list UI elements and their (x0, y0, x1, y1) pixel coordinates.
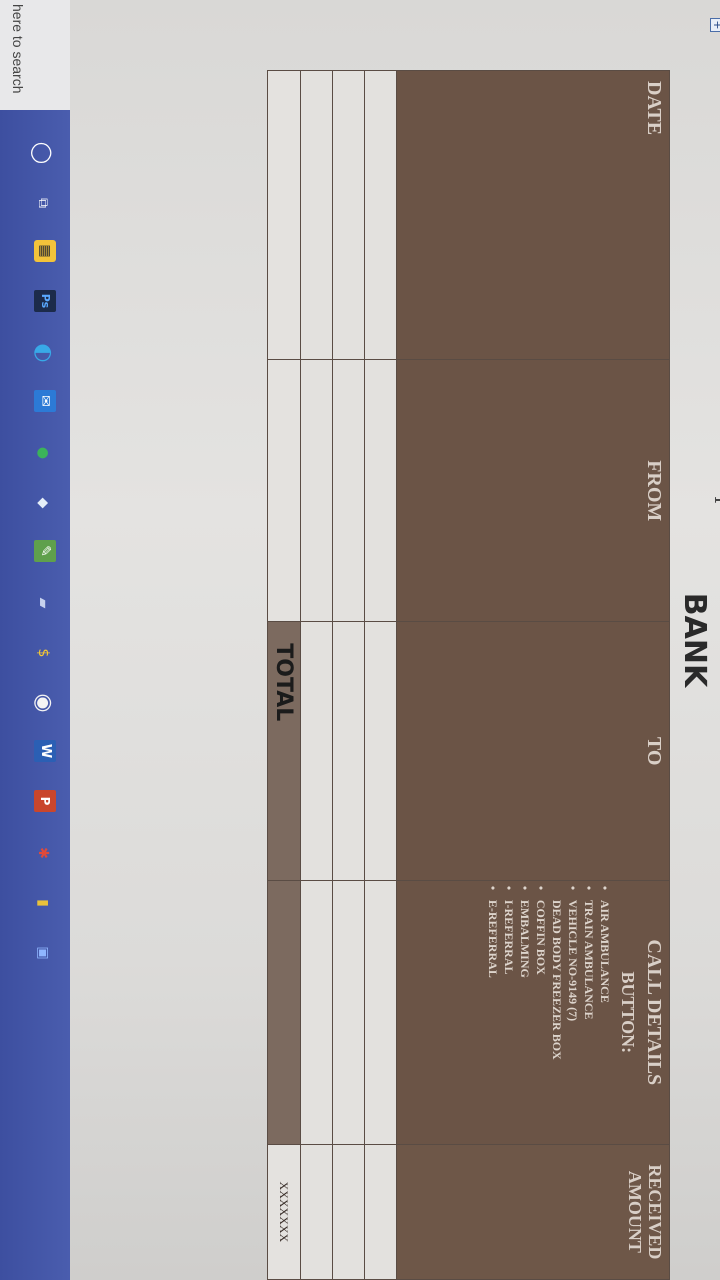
table-cell[interactable] (364, 621, 397, 881)
powerpoint-icon[interactable]: P (34, 790, 56, 812)
call-details-item: EMBALMING (517, 900, 533, 1143)
total-row: TOTAL XXXXXXX (267, 70, 301, 1280)
table-cell[interactable] (364, 880, 397, 1145)
taskbar: here to search ◯ ⧉ ▦ Ps ◐ ✉ ● ◆ ✎ ▰ $ ◉ … (0, 0, 70, 1280)
table-cell[interactable] (300, 359, 333, 622)
total-amount[interactable]: XXXXXXX (267, 1144, 301, 1280)
page-title: BANK (677, 592, 712, 688)
column-header-received-amount: RECEIVED AMOUNT (396, 1144, 670, 1280)
table-cell[interactable] (332, 880, 365, 1145)
app-icon[interactable]: $ (30, 640, 56, 666)
search-placeholder[interactable]: here to search (10, 4, 26, 94)
app-icon[interactable]: ▮ (30, 890, 56, 916)
table-cell[interactable] (332, 621, 365, 881)
total-label: TOTAL (267, 643, 301, 1145)
table-cell[interactable] (300, 70, 333, 360)
total-empty-cell[interactable] (267, 359, 301, 622)
start-icon[interactable]: ◯ (30, 140, 56, 166)
call-details-item: I-REFERRAL (501, 900, 517, 1143)
column-header-call-details: CALL DETAILS BUTTON: AIR AMBULANCETRAIN … (396, 880, 670, 1145)
task-view-icon[interactable]: ⧉ (30, 190, 56, 216)
call-details-item: E-REFERRAL (485, 900, 501, 1143)
table-cell[interactable] (300, 621, 333, 881)
mail-icon[interactable]: ✉ (34, 390, 56, 412)
table-cell[interactable] (364, 70, 397, 360)
table-row (300, 70, 333, 1280)
table-row (364, 70, 397, 1280)
call-details-list: AIR AMBULANCETRAIN AMBULANCEVEHICLE NO-9… (485, 882, 613, 1143)
search-box[interactable]: here to search (0, 0, 70, 110)
table-cell[interactable] (332, 70, 365, 360)
empty-rows (300, 70, 397, 1280)
text-cursor-icon: I (710, 496, 720, 504)
document-page: + I BANK DATE FROM TO (70, 0, 720, 1280)
store-icon[interactable]: ▦ (34, 240, 56, 262)
edge-icon[interactable]: ◐ (30, 340, 56, 366)
column-header-to: TO (396, 621, 670, 881)
chrome-icon[interactable]: ◉ (30, 690, 56, 716)
total-label-text: TOTAL (271, 643, 297, 722)
table-cell[interactable] (332, 359, 365, 622)
table-row (332, 70, 365, 1280)
table-cell[interactable] (364, 1144, 397, 1280)
column-header-date: DATE (396, 70, 670, 360)
app-icon[interactable]: ◆ (30, 490, 56, 516)
call-details-item: AIR AMBULANCE (597, 900, 613, 1143)
app-icon[interactable]: ✱ (30, 840, 56, 866)
call-details-item: VEHICLE NO-9149 (7) (565, 900, 581, 1143)
bank-details-table: DATE FROM TO CALL DETAILS BUTTON: AIR AM… (267, 70, 670, 1280)
word-icon[interactable]: W (34, 740, 56, 762)
photoshop-icon[interactable]: Ps (34, 290, 56, 312)
table-cell[interactable] (300, 880, 333, 1145)
app-icon[interactable]: ● (30, 440, 56, 466)
call-details-heading: CALL DETAILS (643, 939, 665, 1086)
total-empty-cell[interactable] (267, 70, 301, 360)
app-icon[interactable]: ▣ (30, 940, 56, 966)
table-cell[interactable] (332, 1144, 365, 1280)
table-cell[interactable] (300, 1144, 333, 1280)
rotated-screen: + I BANK DATE FROM TO (0, 0, 720, 1280)
call-details-item: TRAIN AMBULANCE (581, 900, 597, 1143)
call-details-subheading: BUTTON: (618, 971, 638, 1054)
call-details-item: DEAD BODY FREEZER BOX (550, 899, 564, 1060)
app-icon[interactable]: ✎ (34, 540, 56, 562)
table-move-handle-icon[interactable]: + (710, 18, 720, 32)
column-header-from: FROM (396, 359, 670, 622)
call-details-item: COFFIN BOX (533, 900, 549, 1143)
app-icon[interactable]: ▰ (30, 590, 56, 616)
table-cell[interactable] (364, 359, 397, 622)
